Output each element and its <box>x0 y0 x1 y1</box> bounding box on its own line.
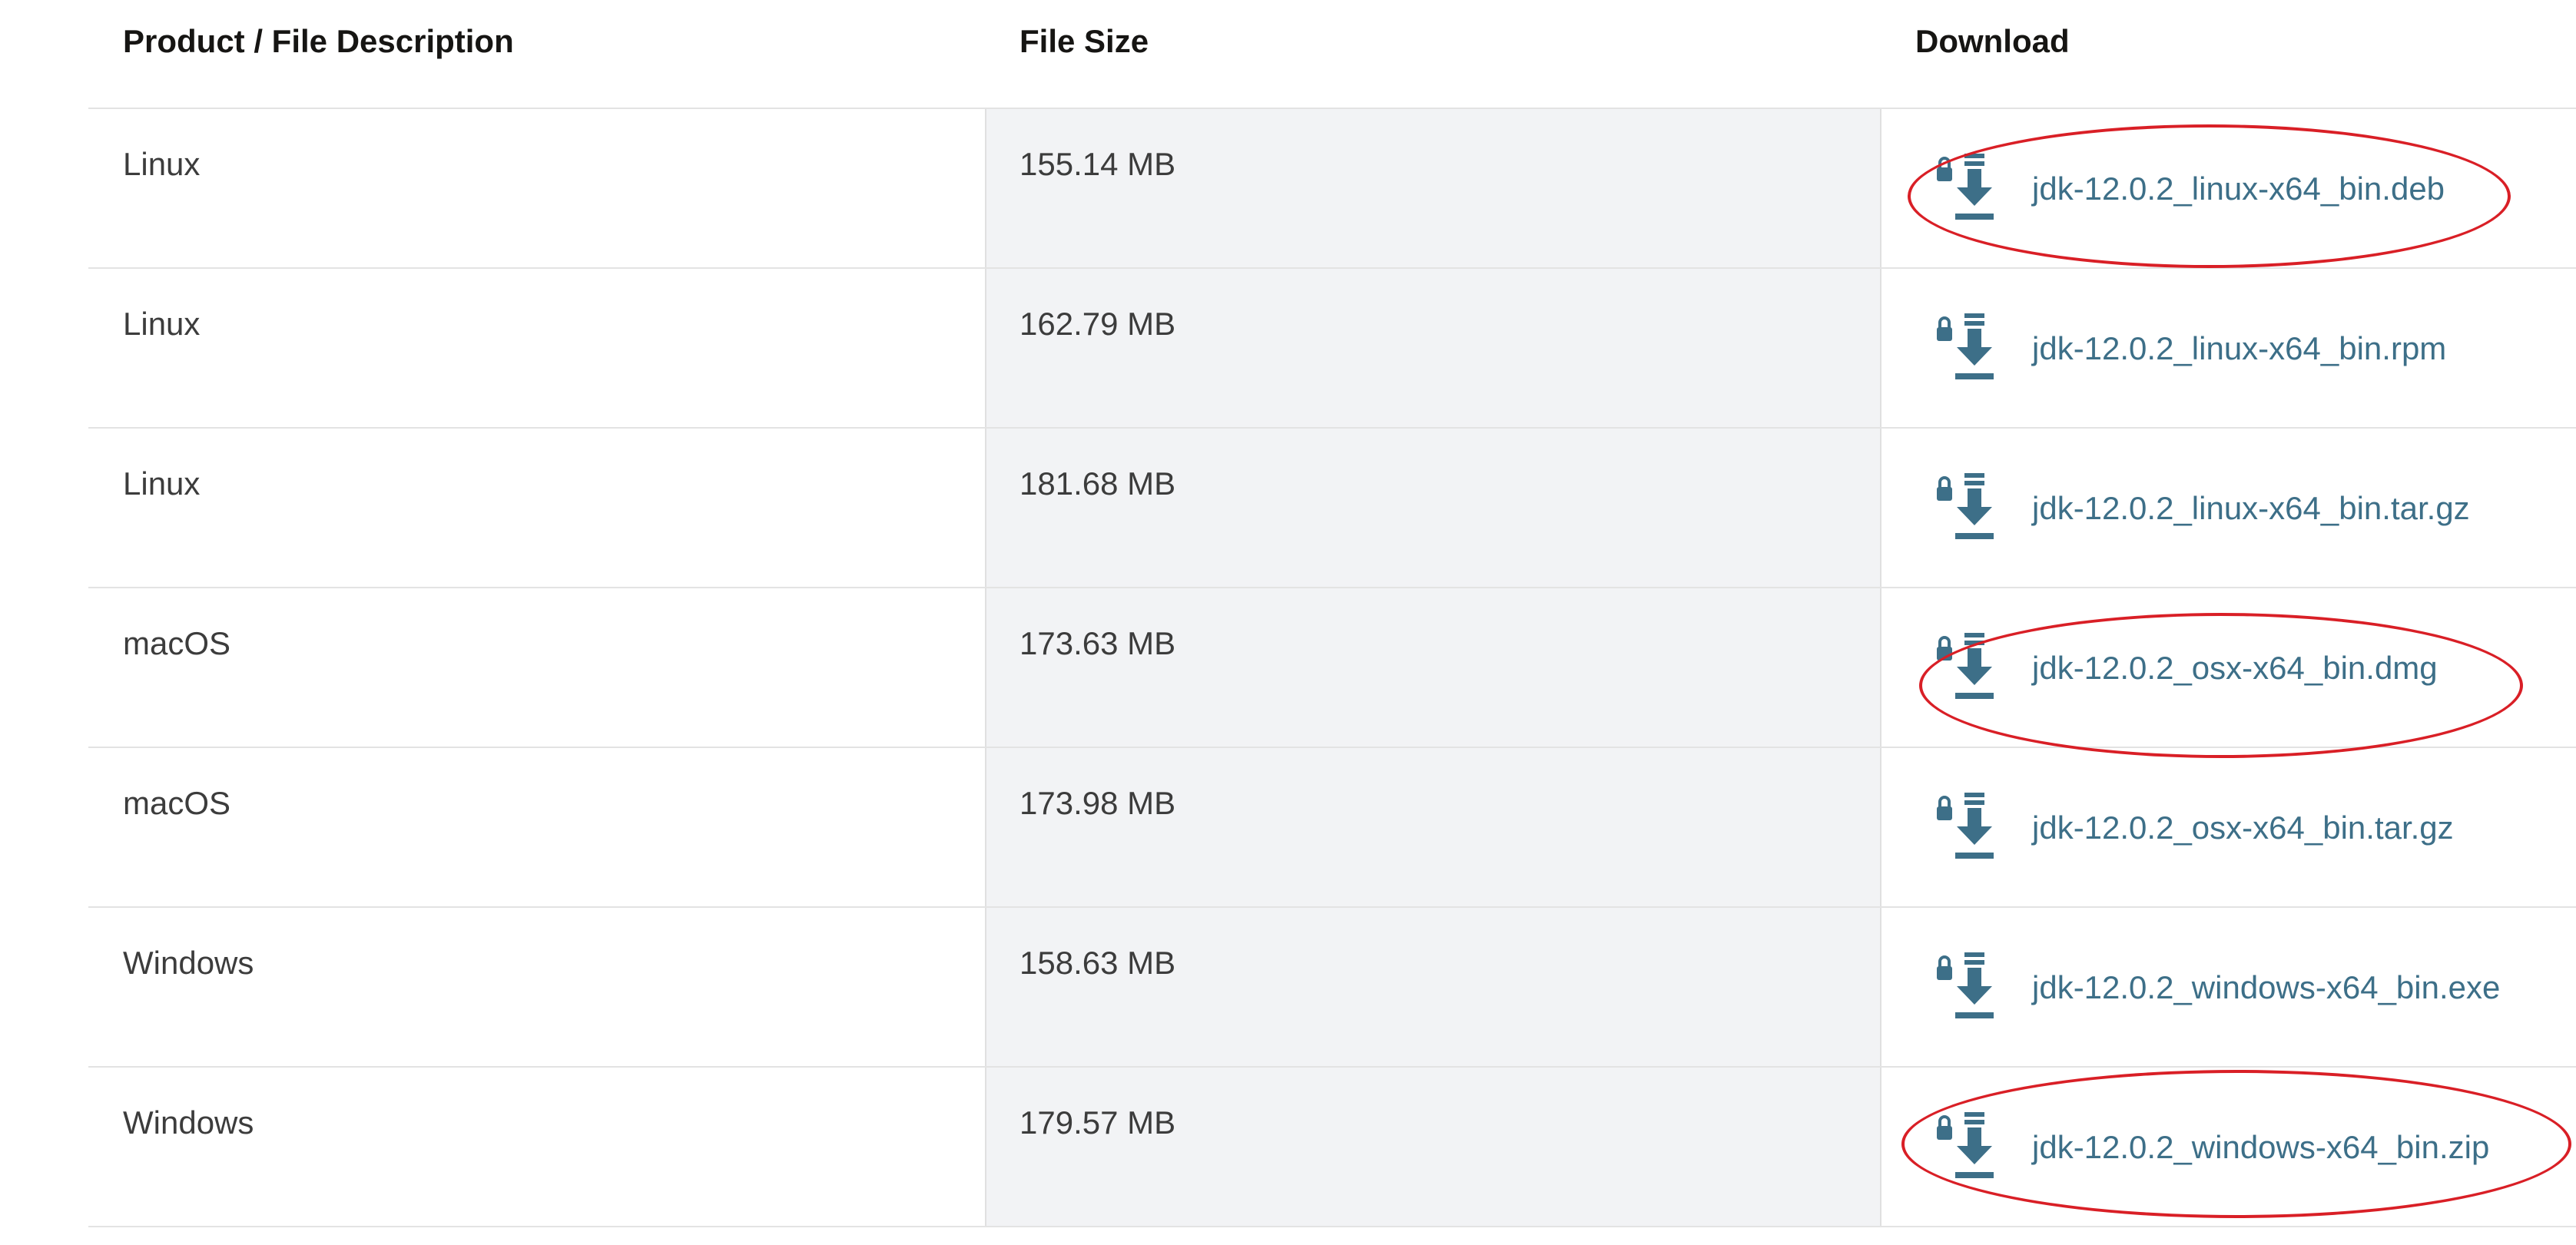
download-filename[interactable]: jdk-12.0.2_linux-x64_bin.tar.gz <box>2032 490 2470 527</box>
file-size-cell: 179.57 MB <box>1019 1104 1176 1141</box>
download-link[interactable]: jdk-12.0.2_osx-x64_bin.tar.gz <box>1932 791 2454 865</box>
download-filename[interactable]: jdk-12.0.2_windows-x64_bin.zip <box>2032 1129 2489 1166</box>
table-row: Windows 179.57 MB jdk-12.0.2_windows-x64… <box>88 1068 2576 1227</box>
download-filename[interactable]: jdk-12.0.2_osx-x64_bin.tar.gz <box>2032 810 2454 846</box>
header-file-size: File Size <box>1019 23 1149 59</box>
table-row: Linux 155.14 MB jdk-12.0.2_linux-x64_bin… <box>88 109 2576 269</box>
downloads-page: Product / File Description File Size Dow… <box>0 0 2576 1245</box>
table-header: Product / File Description File Size Dow… <box>88 0 2576 109</box>
download-link[interactable]: jdk-12.0.2_linux-x64_bin.tar.gz <box>1932 472 2470 545</box>
download-filename[interactable]: jdk-12.0.2_linux-x64_bin.rpm <box>2032 330 2446 367</box>
download-link[interactable]: jdk-12.0.2_windows-x64_bin.zip <box>1932 1111 2489 1184</box>
product-cell: macOS <box>123 625 231 661</box>
product-cell: Linux <box>123 465 201 502</box>
table-row: Linux 162.79 MB jdk-12.0.2_linux-x64_bin… <box>88 269 2576 429</box>
product-cell: Linux <box>123 306 201 342</box>
table-row: Windows 158.63 MB jdk-12.0.2_windows-x64… <box>88 908 2576 1068</box>
product-cell: Linux <box>123 146 201 182</box>
file-size-cell: 173.98 MB <box>1019 785 1176 821</box>
product-cell: Windows <box>123 945 254 981</box>
download-link[interactable]: jdk-12.0.2_osx-x64_bin.dmg <box>1932 631 2438 705</box>
lock-download-icon <box>1937 633 1994 699</box>
lock-download-icon <box>1937 793 1994 859</box>
download-filename[interactable]: jdk-12.0.2_windows-x64_bin.exe <box>2032 969 2500 1006</box>
file-size-cell: 155.14 MB <box>1019 146 1176 182</box>
file-size-cell: 158.63 MB <box>1019 945 1176 981</box>
download-filename[interactable]: jdk-12.0.2_osx-x64_bin.dmg <box>2032 650 2438 687</box>
file-size-cell: 181.68 MB <box>1019 465 1176 502</box>
download-filename[interactable]: jdk-12.0.2_linux-x64_bin.deb <box>2032 171 2445 207</box>
lock-download-icon <box>1937 1112 1994 1178</box>
table-row: macOS 173.98 MB jdk-12.0.2_osx-x64_bin.t… <box>88 748 2576 908</box>
download-link[interactable]: jdk-12.0.2_linux-x64_bin.rpm <box>1932 312 2446 386</box>
lock-download-icon <box>1937 473 1994 539</box>
product-cell: macOS <box>123 785 231 821</box>
downloads-table: Product / File Description File Size Dow… <box>88 0 2576 1227</box>
header-description: Product / File Description <box>123 23 514 59</box>
download-link[interactable]: jdk-12.0.2_linux-x64_bin.deb <box>1932 152 2445 226</box>
lock-download-icon <box>1937 154 1994 220</box>
lock-download-icon <box>1937 313 1994 379</box>
lock-download-icon <box>1937 952 1994 1018</box>
file-size-cell: 173.63 MB <box>1019 625 1176 661</box>
table-row: macOS 173.63 MB jdk-12.0.2_osx-x64_bin.d… <box>88 588 2576 748</box>
file-size-cell: 162.79 MB <box>1019 306 1176 342</box>
product-cell: Windows <box>123 1104 254 1141</box>
download-link[interactable]: jdk-12.0.2_windows-x64_bin.exe <box>1932 951 2500 1025</box>
header-download: Download <box>1915 23 2070 59</box>
table-row: Linux 181.68 MB jdk-12.0.2_linux-x64_bin… <box>88 429 2576 588</box>
